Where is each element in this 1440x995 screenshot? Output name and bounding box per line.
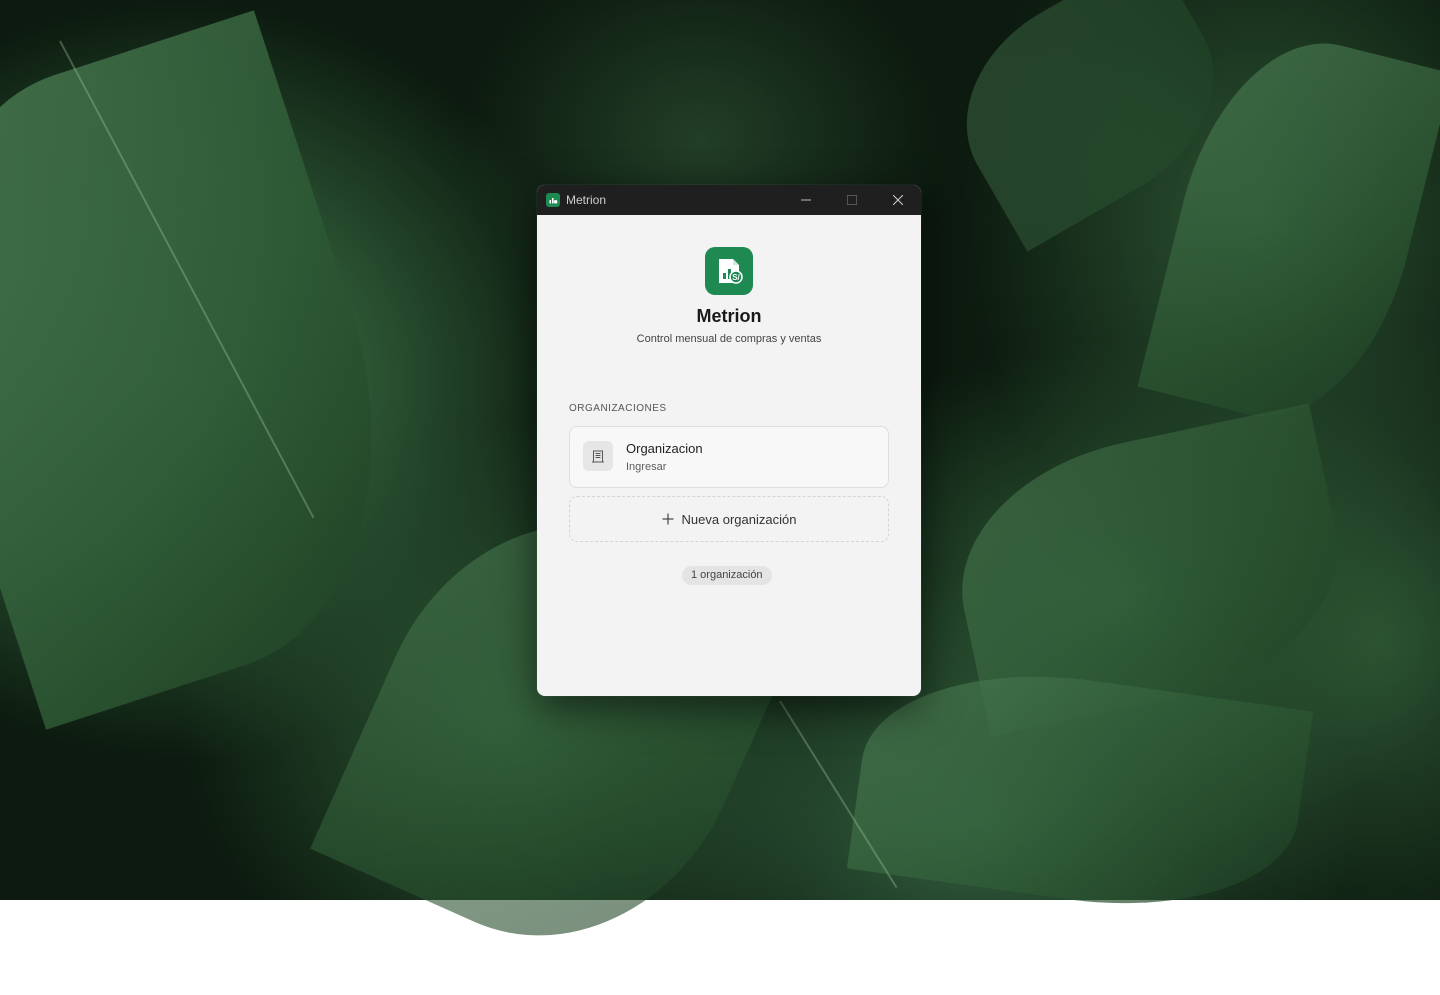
window-title: Metrion <box>566 193 607 207</box>
app-window: Metrion S/ Metrion Control mensual de co… <box>537 185 921 696</box>
wallpaper-leaf <box>0 10 446 730</box>
window-content: S/ Metrion Control mensual de compras y … <box>537 215 921 696</box>
app-icon <box>546 193 560 207</box>
organization-name: Organizacion <box>626 441 703 456</box>
minimize-button[interactable] <box>783 185 829 215</box>
maximize-icon <box>847 195 857 205</box>
title-bar[interactable]: Metrion <box>537 185 921 215</box>
organization-enter-label: Ingresar <box>626 461 667 473</box>
svg-text:S/: S/ <box>732 273 740 282</box>
window-controls <box>783 185 921 215</box>
new-organization-button[interactable]: Nueva organización <box>569 496 889 542</box>
minimize-icon <box>801 199 811 201</box>
organization-card[interactable]: Organizacion Ingresar <box>569 426 889 488</box>
close-icon <box>893 195 903 205</box>
new-organization-label: Nueva organización <box>681 511 797 527</box>
section-label-organizations: ORGANIZACIONES <box>569 403 667 414</box>
close-button[interactable] <box>875 185 921 215</box>
maximize-button[interactable] <box>829 185 875 215</box>
plus-icon <box>662 513 674 525</box>
building-icon <box>583 441 613 471</box>
organization-count-badge: 1 organización <box>682 566 772 585</box>
chart-coin-icon: S/ <box>705 247 753 295</box>
app-subtitle: Control mensual de compras y ventas <box>636 333 822 345</box>
app-name: Metrion <box>696 306 762 326</box>
